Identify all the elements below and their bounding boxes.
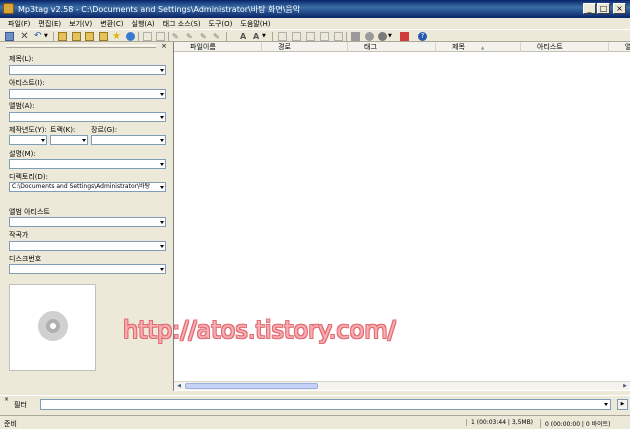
- album-artist-label: 앨범 아티스트: [9, 208, 50, 216]
- favorite-folder-icon[interactable]: [99, 32, 108, 41]
- comment-label: 설명(M):: [9, 150, 36, 158]
- tag-panel-header: ×: [4, 42, 170, 51]
- title-field[interactable]: [9, 65, 166, 75]
- directory-field[interactable]: C:\Documents and Settings\Administrator\…: [9, 182, 166, 192]
- options-icon[interactable]: [400, 32, 409, 41]
- column-title[interactable]: 제목 ▲: [436, 42, 521, 52]
- artist-field[interactable]: [9, 89, 166, 99]
- toolbar: ✕ ↶ ▼ ★ ✎ ✎ ✎ ✎ A A ▼ ▼ ?: [0, 29, 630, 42]
- tag-sources-icon[interactable]: [278, 32, 287, 41]
- scroll-left-icon[interactable]: ◀: [175, 383, 183, 389]
- undo-icon[interactable]: ↶: [34, 32, 43, 41]
- column-tag[interactable]: 태그: [348, 42, 436, 52]
- actions-dropdown-icon[interactable]: ▼: [262, 32, 267, 41]
- app-icon: [3, 3, 14, 14]
- window-title: Mp3tag v2.58 - C:\Documents and Settings…: [18, 5, 301, 14]
- menu-tag-sources[interactable]: 태그 소스(S): [159, 18, 205, 29]
- menu-file[interactable]: 파일(F): [4, 18, 34, 29]
- text-file-tag-icon[interactable]: ✎: [213, 32, 222, 41]
- directory-label: 디렉토리(D):: [9, 173, 48, 181]
- track-label: 트랙(K):: [50, 126, 76, 134]
- sort-ascending-icon: ▲: [481, 45, 485, 50]
- genre-label: 장르(G):: [91, 126, 118, 134]
- album-artist-field[interactable]: [9, 217, 166, 227]
- minimize-button[interactable]: _: [583, 3, 596, 14]
- maximize-button[interactable]: □: [597, 3, 610, 14]
- refresh-icon[interactable]: [126, 32, 135, 41]
- title-label: 제목(L):: [9, 55, 34, 63]
- save-icon[interactable]: [5, 32, 14, 41]
- comment-field[interactable]: [9, 159, 166, 169]
- export-icon[interactable]: [351, 32, 360, 41]
- title-bar[interactable]: Mp3tag v2.58 - C:\Documents and Settings…: [0, 0, 630, 18]
- panel-close-icon[interactable]: ×: [161, 42, 167, 50]
- remove-tag-icon[interactable]: ✕: [20, 32, 29, 42]
- file-list-header: 파일이름 경로 태그 제목 ▲ 아티스트 앨: [174, 42, 630, 52]
- paste-tag-icon[interactable]: [156, 32, 165, 41]
- directory-value: C:\Documents and Settings\Administrator\…: [12, 183, 151, 190]
- disc-label: 디스크번호: [9, 255, 42, 263]
- scrollbar-thumb[interactable]: [185, 383, 318, 389]
- genre-field[interactable]: [91, 135, 166, 145]
- open-folder-icon[interactable]: [85, 32, 94, 41]
- discogs-icon[interactable]: [320, 32, 329, 41]
- scroll-right-icon[interactable]: ▶: [621, 383, 629, 389]
- freedb-icon[interactable]: [292, 32, 301, 41]
- cd-icon: [38, 311, 68, 341]
- composer-field[interactable]: [9, 241, 166, 251]
- undo-dropdown-icon[interactable]: ▼: [44, 32, 49, 41]
- panel-grip[interactable]: [6, 45, 156, 48]
- artist-label: 아티스트(I):: [9, 79, 45, 87]
- cover-art-icon[interactable]: [306, 32, 315, 41]
- musicbrainz-icon[interactable]: [334, 32, 343, 41]
- tag-filename-icon[interactable]: ✎: [172, 32, 181, 41]
- menu-help[interactable]: 도움말(H): [236, 18, 274, 29]
- menu-convert[interactable]: 변환(C): [96, 18, 127, 29]
- track-field[interactable]: [50, 135, 88, 145]
- menu-bar: 파일(F) 편집(E) 보기(V) 변환(C) 실행(A) 태그 소스(S) 도…: [0, 18, 630, 29]
- menu-tools[interactable]: 도구(O): [205, 18, 237, 29]
- status-bar: 준비 1 (00:03:44 | 3,5MB) 0 (00:00:00 | 0 …: [0, 415, 630, 429]
- horizontal-scrollbar[interactable]: ◀ ▶: [174, 381, 630, 390]
- year-field[interactable]: [9, 135, 47, 145]
- filter-apply-button[interactable]: ▶: [617, 399, 628, 410]
- close-button[interactable]: ×: [613, 3, 626, 14]
- column-path[interactable]: 경로: [262, 42, 348, 52]
- filename-filename-icon[interactable]: ✎: [200, 32, 209, 41]
- menu-edit[interactable]: 편집(E): [34, 18, 65, 29]
- filename-tag-icon[interactable]: ✎: [186, 32, 195, 41]
- disc-field[interactable]: [9, 264, 166, 274]
- tools-icon[interactable]: [378, 32, 387, 41]
- help-icon[interactable]: ?: [418, 32, 427, 41]
- column-artist[interactable]: 아티스트: [521, 42, 609, 52]
- copy-tag-icon[interactable]: [143, 32, 152, 41]
- cover-art-box[interactable]: [9, 284, 96, 371]
- composer-label: 작곡가: [9, 231, 29, 239]
- status-selected: 1 (00:03:44 | 3,5MB): [466, 419, 533, 426]
- favorites-star-icon[interactable]: ★: [112, 32, 121, 42]
- column-filename[interactable]: 파일이름: [174, 42, 262, 52]
- case-conversion-icon[interactable]: A: [240, 32, 249, 41]
- status-ready: 준비: [4, 420, 17, 428]
- playlist-icon[interactable]: [365, 32, 374, 41]
- filter-close-icon[interactable]: ×: [4, 396, 9, 403]
- change-directory-icon[interactable]: [72, 32, 81, 41]
- album-label: 앨범(A):: [9, 102, 35, 110]
- tools-dropdown-icon[interactable]: ▼: [388, 32, 393, 41]
- filter-label: 필터: [14, 401, 27, 409]
- text-actions-icon[interactable]: A: [253, 32, 262, 41]
- filter-bar: × 필터 ▶: [0, 395, 630, 413]
- column-album[interactable]: 앨: [609, 42, 630, 52]
- watermark-text: http://atos.tistory.com/: [123, 316, 396, 344]
- column-title-label: 제목: [452, 43, 465, 51]
- filter-dropdown-icon[interactable]: [604, 403, 608, 406]
- filter-input[interactable]: [40, 399, 611, 410]
- add-directory-icon[interactable]: [58, 32, 67, 41]
- menu-actions[interactable]: 실행(A): [128, 18, 159, 29]
- year-label: 제작년도(Y):: [9, 126, 47, 134]
- menu-view[interactable]: 보기(V): [65, 18, 96, 29]
- album-field[interactable]: [9, 112, 166, 122]
- status-zero: 0 (00:00:00 | 0 바이트): [540, 419, 610, 428]
